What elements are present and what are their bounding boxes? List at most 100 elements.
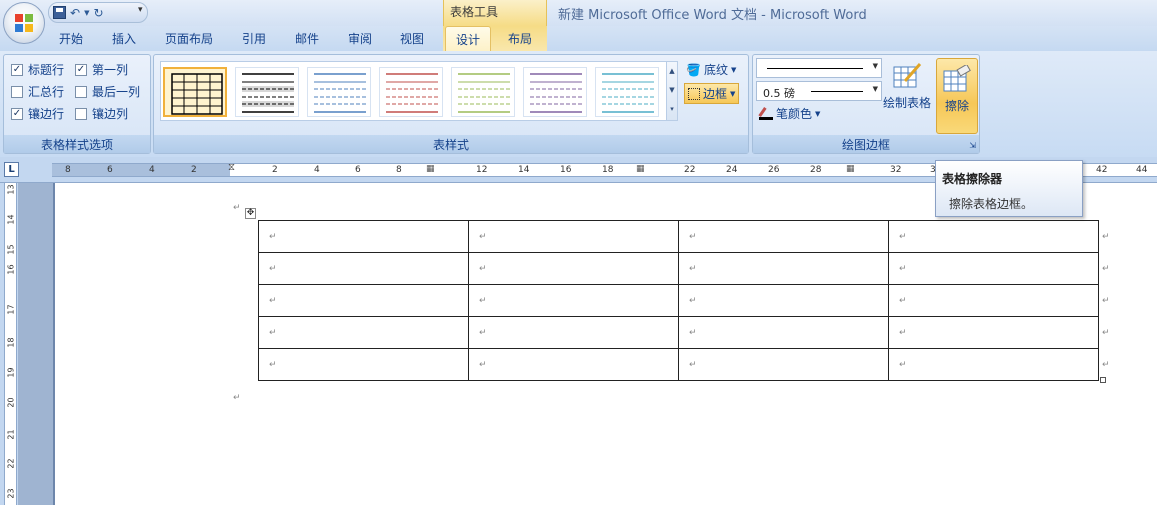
table-style-swatch[interactable] <box>379 67 443 117</box>
redo-icon[interactable]: ↻ <box>93 6 103 20</box>
table-cell[interactable]: ↵ <box>258 252 469 285</box>
table-cell[interactable]: ↵ <box>468 252 679 285</box>
tab-page-layout[interactable]: 页面布局 <box>165 30 213 47</box>
column-marker-icon[interactable]: ▦ <box>636 164 645 174</box>
undo-dropdown-icon[interactable]: ▼ <box>84 9 89 17</box>
banded-columns-label: 镶边列 <box>92 107 129 121</box>
gallery-more-icon[interactable]: ▾ <box>667 100 677 119</box>
table-cell[interactable]: ↵ <box>888 252 1099 285</box>
table-style-swatch[interactable] <box>451 67 515 117</box>
option-first-column[interactable]: ✓ 第一列 <box>75 61 128 78</box>
table-cell[interactable]: ↵ <box>258 220 469 253</box>
table-style-swatch[interactable] <box>307 67 371 117</box>
row-end-mark: ↵ <box>1102 360 1110 370</box>
banded-rows-checkbox[interactable]: ✓ <box>11 107 23 120</box>
table-cell[interactable]: ↵ <box>888 220 1099 253</box>
table-row: ↵ ↵ ↵ ↵ <box>258 316 1099 349</box>
table-cell[interactable]: ↵ <box>678 348 889 381</box>
line-style-dropdown-icon[interactable]: ▼ <box>873 62 878 70</box>
tab-view[interactable]: 视图 <box>400 30 424 47</box>
ruler-number: 42 <box>1096 165 1108 175</box>
borders-dropdown-icon[interactable]: ▼ <box>730 90 735 98</box>
word-table[interactable]: ↵ ↵ ↵ ↵ ↵ ↵ ↵ ↵ ↵ ↵ ↵ ↵ ↵ ↵ ↵ ↵ ↵ ↵ ↵ ↵ <box>258 220 1099 381</box>
table-cell[interactable]: ↵ <box>678 252 889 285</box>
pen-color-label: 笔颜色 <box>776 107 813 121</box>
first-column-label: 第一列 <box>92 63 129 77</box>
line-style-dropdown[interactable]: ▼ <box>756 58 882 78</box>
option-total-row[interactable]: 汇总行 <box>11 83 64 100</box>
borders-button[interactable]: 边框 ▼ <box>684 83 740 104</box>
shading-dropdown-icon[interactable]: ▼ <box>731 66 736 74</box>
table-cell[interactable]: ↵ <box>468 220 679 253</box>
ruler-number: 24 <box>726 165 738 175</box>
eraser-icon <box>943 65 971 92</box>
office-button[interactable] <box>3 2 45 44</box>
table-cell[interactable]: ↵ <box>678 284 889 317</box>
customize-qat-icon[interactable]: ▾ <box>138 5 143 15</box>
shading-button[interactable]: 🪣 底纹 ▼ <box>686 61 736 78</box>
table-style-swatch[interactable] <box>163 67 227 117</box>
tab-selector-icon[interactable]: L <box>4 162 19 177</box>
option-banded-rows[interactable]: ✓ 镶边行 <box>11 105 64 122</box>
line-weight-dropdown-icon[interactable]: ▼ <box>873 85 878 93</box>
table-style-swatch[interactable] <box>523 67 587 117</box>
header-row-label: 标题行 <box>28 63 65 77</box>
table-cell[interactable]: ↵ <box>468 316 679 349</box>
line-weight-dropdown[interactable]: 0.5 磅 ▼ <box>756 81 882 101</box>
table-styles-gallery <box>160 61 670 121</box>
last-column-checkbox[interactable] <box>75 85 87 98</box>
indent-marker-icon[interactable]: ⧖ <box>228 162 235 173</box>
ruler-number: 44 <box>1136 165 1148 175</box>
tab-design[interactable]: 设计 <box>445 26 491 52</box>
borders-label: 边框 <box>703 87 728 101</box>
first-column-checkbox[interactable]: ✓ <box>75 63 87 76</box>
ruler-number: 28 <box>810 165 822 175</box>
save-icon[interactable] <box>53 6 66 19</box>
total-row-checkbox[interactable] <box>11 85 23 98</box>
document-page[interactable]: ✥ ↵ ↵ ↵ ↵ ↵ ↵ ↵ ↵ ↵ ↵ ↵ ↵ ↵ ↵ ↵ ↵ ↵ ↵ ↵ ↵ ↵ ↵ ↵ ↵ ↵ ↵ ↵ <box>55 183 1157 505</box>
draw-table-button[interactable]: 绘制表格 <box>882 59 932 119</box>
ribbon-tabs: 开始 插入 页面布局 引用 邮件 审阅 视图 设计 布局 <box>0 26 1157 52</box>
undo-icon[interactable]: ↶ <box>70 6 80 20</box>
tab-layout[interactable]: 布局 <box>508 30 532 47</box>
table-cell[interactable]: ↵ <box>468 284 679 317</box>
table-cell[interactable]: ↵ <box>258 316 469 349</box>
pen-color-dropdown-icon[interactable]: ▼ <box>815 110 820 118</box>
tab-review[interactable]: 审阅 <box>348 30 372 47</box>
light-shading-green-icon <box>458 73 510 113</box>
table-style-swatch[interactable] <box>235 67 299 117</box>
header-row-checkbox[interactable]: ✓ <box>11 63 23 76</box>
option-banded-columns[interactable]: 镶边列 <box>75 105 128 122</box>
option-header-row[interactable]: ✓ 标题行 <box>11 61 64 78</box>
table-resize-handle[interactable] <box>1100 377 1106 383</box>
tab-references[interactable]: 引用 <box>242 30 266 47</box>
banded-columns-checkbox[interactable] <box>75 107 87 120</box>
tab-mailings[interactable]: 邮件 <box>295 30 319 47</box>
gallery-scrollbar: ▲ ▼ ▾ <box>666 61 678 121</box>
option-last-column[interactable]: 最后一列 <box>75 83 140 100</box>
table-cell[interactable]: ↵ <box>888 348 1099 381</box>
column-marker-icon[interactable]: ▦ <box>426 164 435 174</box>
gallery-scroll-up-icon[interactable]: ▲ <box>667 62 677 81</box>
table-cell[interactable]: ↵ <box>678 220 889 253</box>
draw-borders-label: 绘图边框 <box>753 135 979 153</box>
gallery-scroll-down-icon[interactable]: ▼ <box>667 81 677 100</box>
table-cell[interactable]: ↵ <box>258 284 469 317</box>
tooltip-title: 表格擦除器 <box>942 172 1003 186</box>
table-cell[interactable]: ↵ <box>678 316 889 349</box>
office-logo-icon <box>15 14 34 33</box>
table-cell[interactable]: ↵ <box>468 348 679 381</box>
table-move-handle-icon[interactable]: ✥ <box>245 208 256 219</box>
eraser-button[interactable]: 擦除 <box>936 58 978 134</box>
tab-home[interactable]: 开始 <box>59 30 83 47</box>
ruler-number: 15 <box>6 244 16 255</box>
table-cell[interactable]: ↵ <box>888 284 1099 317</box>
table-cell[interactable]: ↵ <box>888 316 1099 349</box>
dialog-launcher-icon[interactable]: ⇲ <box>969 141 976 150</box>
table-cell[interactable]: ↵ <box>258 348 469 381</box>
tab-insert[interactable]: 插入 <box>112 30 136 47</box>
table-style-swatch[interactable] <box>595 67 659 117</box>
pen-color-button[interactable]: 笔颜色 ▼ <box>758 105 820 122</box>
table-row: ↵ ↵ ↵ ↵ <box>258 252 1099 285</box>
column-marker-icon[interactable]: ▦ <box>846 164 855 174</box>
